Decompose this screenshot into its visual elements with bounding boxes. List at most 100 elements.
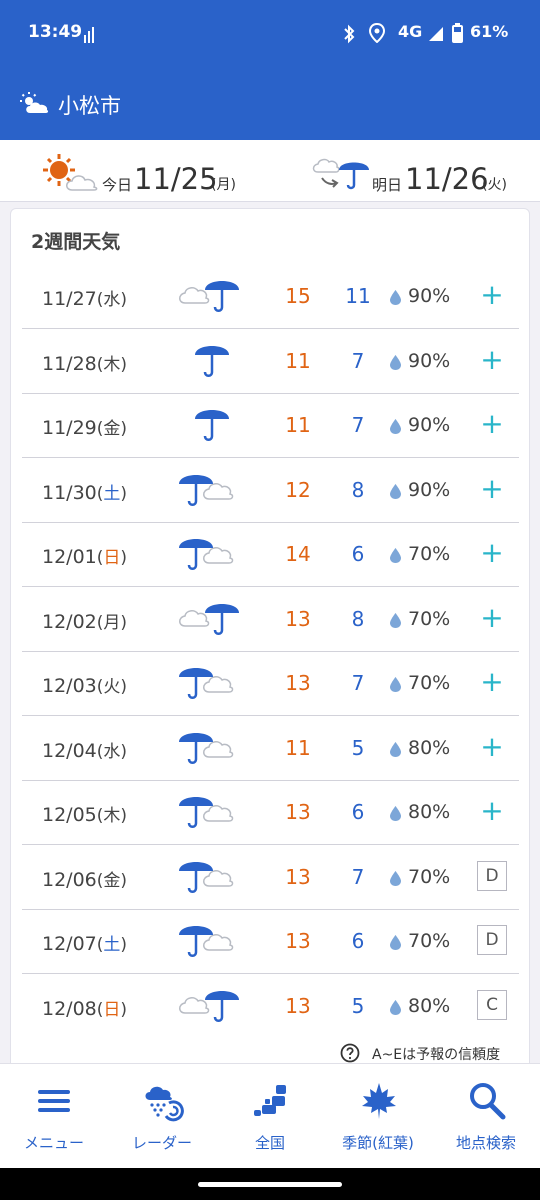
forecast-row[interactable]: 12/03(火) 13 7 70% + — [22, 652, 519, 716]
search-icon — [470, 1083, 506, 1120]
precip-probability: 80% — [408, 801, 451, 823]
low-temp: 6 — [351, 929, 365, 953]
forecast-weekday: (水) — [96, 741, 128, 762]
expand-plus-button[interactable]: + — [478, 472, 506, 505]
forecast-date-md: 11/30 — [42, 481, 97, 504]
forecast-date: 11/29(金) — [42, 414, 127, 439]
high-temp: 13 — [285, 671, 311, 695]
forecast-date: 11/28(木) — [42, 350, 127, 375]
nav-radar[interactable]: レーダー — [108, 1064, 216, 1169]
nav-menu[interactable]: メニュー — [0, 1064, 108, 1169]
tomorrow-label: 明日 — [372, 176, 403, 194]
forecast-row[interactable]: 12/01(日) 14 6 70% + — [22, 523, 519, 587]
forecast-date: 12/06(金) — [42, 866, 127, 891]
forecast-row[interactable]: 12/08(日) 13 5 80% C — [22, 975, 519, 1039]
expand-plus-button[interactable]: + — [478, 601, 506, 634]
forecast-date-md: 12/06 — [42, 868, 97, 891]
forecast-weekday: (月) — [96, 612, 128, 633]
rain-then-cloud-icon — [179, 797, 234, 828]
battery-percent: 61% — [470, 22, 509, 41]
forecast-weekday-char: 木 — [103, 806, 121, 826]
forecast-weekday: (金) — [96, 419, 128, 439]
nav-nationwide[interactable]: 全国 — [216, 1064, 324, 1169]
raindrop-icon — [390, 741, 401, 757]
reliability-note-text: A~Eは予報の信頼度 — [372, 1047, 501, 1063]
forecast-row[interactable]: 11/30(土) 12 8 90% + — [22, 459, 519, 523]
forecast-weekday-char: 月 — [103, 612, 121, 633]
bottom-navigation: メニュー レーダー 全国 季節(紅葉) 地点検索 — [0, 1063, 540, 1168]
status-time: 13:49 — [28, 22, 83, 42]
precip-probability: 70% — [408, 930, 451, 952]
rain-icon — [195, 410, 229, 441]
forecast-weekday-char: 木 — [103, 354, 121, 375]
rain-icon — [195, 345, 229, 377]
forecast-row[interactable]: 12/04(水) 11 5 80% + — [22, 717, 519, 781]
high-temp: 14 — [285, 542, 311, 566]
forecast-row[interactable]: 11/28(木) 11 7 90% + — [22, 330, 519, 394]
reliability-badge: D — [477, 860, 507, 891]
rain-then-cloud-icon — [179, 668, 234, 699]
forecast-date-md: 12/08 — [42, 997, 97, 1020]
forecast-row[interactable]: 12/02(月) 13 8 70% + — [22, 588, 519, 652]
forecast-row[interactable]: 12/05(木) 13 6 80% + — [22, 781, 519, 845]
reliability-badge: C — [477, 989, 507, 1020]
forecast-date-md: 11/28 — [42, 352, 97, 375]
forecast-weekday-char: 水 — [103, 741, 121, 762]
high-temp: 11 — [285, 735, 311, 760]
forecast-row[interactable]: 12/07(土) 13 6 70% D — [22, 910, 519, 974]
forecast-date: 12/08(日) — [42, 995, 127, 1020]
page-title: 小松市 — [58, 94, 121, 118]
expand-plus-button[interactable]: + — [478, 665, 506, 698]
precip-probability: 70% — [408, 543, 451, 565]
forecast-row[interactable]: 12/06(金) 13 7 70% D — [22, 846, 519, 910]
bluetooth-icon — [344, 24, 355, 44]
expand-plus-button[interactable]: + — [478, 536, 506, 569]
forecast-date-md: 12/03 — [42, 675, 97, 697]
low-temp: 8 — [351, 606, 365, 631]
home-handle[interactable] — [198, 1182, 342, 1187]
raindrop-icon — [390, 419, 401, 434]
raindrop-icon — [390, 354, 401, 370]
expand-plus-button[interactable]: + — [478, 343, 506, 376]
low-temp: 6 — [351, 542, 365, 566]
forecast-date: 12/02(月) — [42, 608, 127, 633]
rain-then-cloud-icon — [179, 926, 234, 957]
expand-plus-button[interactable]: + — [478, 407, 506, 440]
cell-signal-icon — [429, 27, 443, 41]
forecast-weekday: (火) — [96, 677, 128, 697]
two-week-forecast-card: 2週間天気 11/27(水) 15 11 90% +11/28(木) 11 7 90% +11/… — [10, 208, 530, 1088]
today-summary[interactable]: 今日 11/25 (月) — [42, 150, 247, 196]
high-temp: 11 — [285, 348, 311, 373]
forecast-weekday-char: 水 — [103, 290, 121, 310]
today-weekday: (月) — [211, 177, 236, 193]
raindrop-icon — [390, 548, 401, 563]
expand-plus-button[interactable]: + — [478, 794, 506, 827]
forecast-date-md: 12/02 — [42, 610, 97, 633]
today-date: 11/25 — [134, 162, 218, 196]
expand-plus-button[interactable]: + — [478, 730, 506, 763]
cloud-then-rain-icon — [179, 990, 239, 1022]
expand-plus-button[interactable]: + — [478, 278, 506, 311]
low-temp: 5 — [351, 735, 365, 760]
forecast-date: 12/01(日) — [42, 543, 127, 568]
radar-icon — [145, 1086, 184, 1122]
forecast-date: 12/04(水) — [42, 737, 127, 762]
cloud-then-rain-icon — [179, 281, 239, 312]
nav-season[interactable]: 季節(紅葉) — [324, 1064, 432, 1169]
nationwide-icon — [254, 1085, 286, 1116]
help-icon[interactable] — [340, 1043, 360, 1063]
tomorrow-weekday: (火) — [482, 177, 507, 193]
forecast-row[interactable]: 11/29(金) 11 7 90% + — [22, 394, 519, 458]
cloud-to-rain-icon — [312, 158, 369, 190]
forecast-date-md: 12/04 — [42, 739, 97, 762]
forecast-row[interactable]: 11/27(水) 15 11 90% + — [22, 265, 519, 329]
rain-then-cloud-icon — [179, 539, 234, 570]
nav-location-search[interactable]: 地点検索 — [432, 1064, 540, 1169]
forecast-date: 11/27(水) — [42, 285, 127, 310]
rain-then-cloud-icon — [179, 474, 234, 506]
high-temp: 12 — [285, 477, 311, 502]
nav-season-label: 季節(紅葉) — [342, 1134, 414, 1152]
tomorrow-summary[interactable]: 明日 11/26 (火) — [310, 150, 510, 196]
today-tomorrow-strip: 今日 11/25 (月) 明日 11/26 (火) — [0, 140, 540, 202]
rain-then-cloud-icon — [179, 732, 234, 764]
